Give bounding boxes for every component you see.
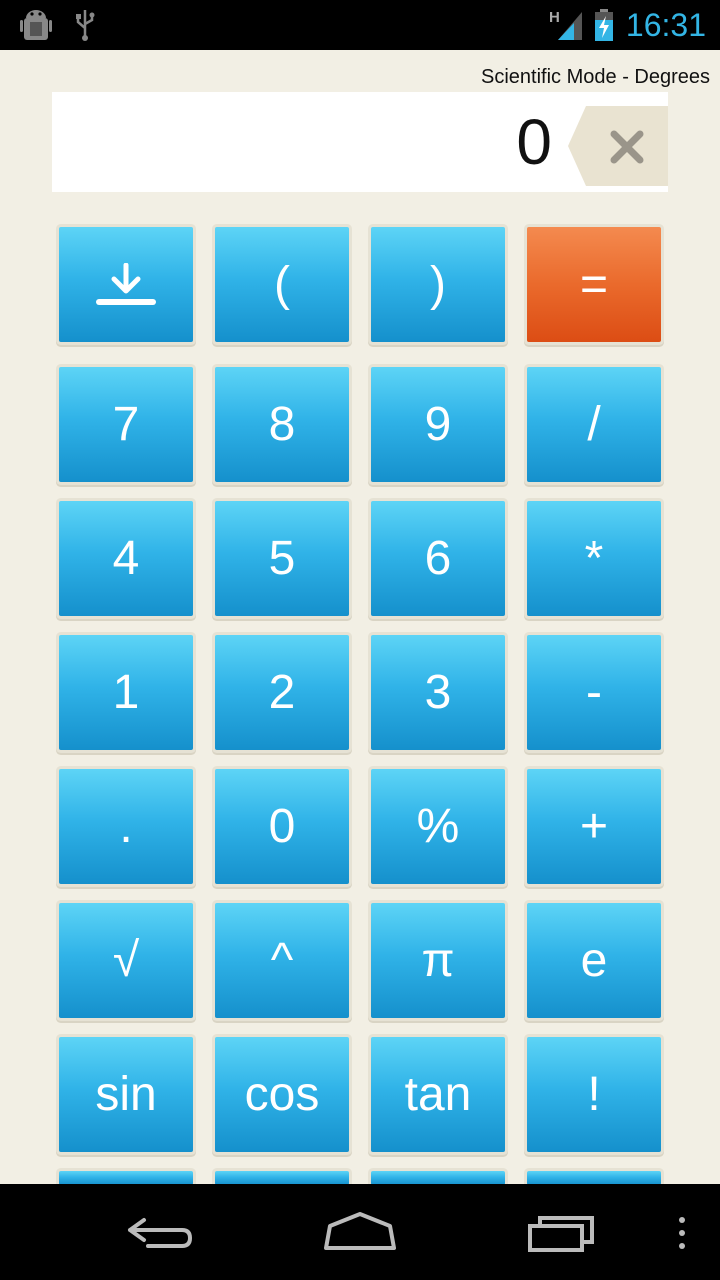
- divide-key[interactable]: /: [527, 367, 661, 482]
- partial-key[interactable]: [527, 1171, 661, 1185]
- cos-key[interactable]: cos: [215, 1037, 349, 1152]
- key-1[interactable]: 1: [59, 635, 193, 750]
- open-paren-key[interactable]: (: [215, 227, 349, 342]
- download-icon: [96, 262, 156, 305]
- multiply-key[interactable]: *: [527, 501, 661, 616]
- power-key[interactable]: ^: [215, 903, 349, 1018]
- recent-apps-icon[interactable]: [526, 1208, 598, 1258]
- key-9[interactable]: 9: [371, 367, 505, 482]
- key-2[interactable]: 2: [215, 635, 349, 750]
- sin-key[interactable]: sin: [59, 1037, 193, 1152]
- back-icon[interactable]: [124, 1208, 196, 1258]
- key-0[interactable]: 0: [215, 769, 349, 884]
- e-key[interactable]: e: [527, 903, 661, 1018]
- key-3[interactable]: 3: [371, 635, 505, 750]
- key-4[interactable]: 4: [59, 501, 193, 616]
- plus-key[interactable]: +: [527, 769, 661, 884]
- home-icon[interactable]: [322, 1208, 398, 1258]
- key-6[interactable]: 6: [371, 501, 505, 616]
- navigation-bar: [0, 1184, 720, 1280]
- tan-key[interactable]: tan: [371, 1037, 505, 1152]
- save-button[interactable]: [59, 227, 193, 342]
- decimal-key[interactable]: .: [59, 769, 193, 884]
- minus-key[interactable]: -: [527, 635, 661, 750]
- close-paren-key[interactable]: ): [371, 227, 505, 342]
- key-5[interactable]: 5: [215, 501, 349, 616]
- sqrt-key[interactable]: √: [59, 903, 193, 1018]
- partial-key[interactable]: [215, 1171, 349, 1185]
- key-7[interactable]: 7: [59, 367, 193, 482]
- partial-key[interactable]: [59, 1171, 193, 1185]
- pi-key[interactable]: π: [371, 903, 505, 1018]
- keypad: ( ) = 7 8 9 / 4 5 6 * 1 2 3 - . 0 % + √ …: [0, 0, 720, 1185]
- key-8[interactable]: 8: [215, 367, 349, 482]
- percent-key[interactable]: %: [371, 769, 505, 884]
- factorial-key[interactable]: !: [527, 1037, 661, 1152]
- partial-key[interactable]: [371, 1171, 505, 1185]
- menu-icon[interactable]: [672, 1208, 692, 1258]
- equals-key[interactable]: =: [527, 227, 661, 342]
